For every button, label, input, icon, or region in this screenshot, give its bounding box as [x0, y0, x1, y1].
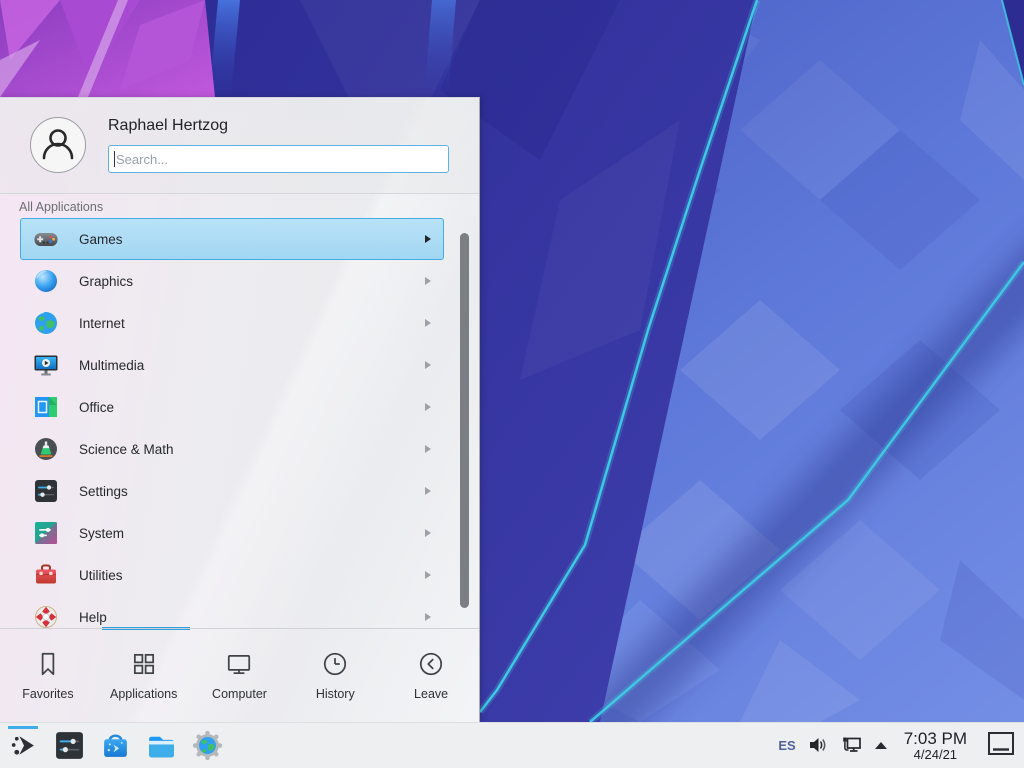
- menu-item-help[interactable]: Help: [20, 596, 444, 629]
- system-tray: ES 7:03 PM 4/2: [778, 730, 1024, 761]
- submenu-arrow-icon: [425, 571, 431, 579]
- expand-tray-arrow[interactable]: [875, 742, 887, 749]
- utilities-icon: [33, 562, 59, 588]
- taskbar: ES 7:03 PM 4/2: [0, 722, 1024, 768]
- submenu-arrow-icon: [425, 529, 431, 537]
- search-input[interactable]: [108, 145, 449, 173]
- application-launcher-menu: Raphael Hertzog All Applications: [0, 97, 480, 722]
- graphics-icon: [33, 268, 59, 294]
- submenu-arrow-icon: [425, 403, 431, 411]
- globe-gear-icon: [192, 730, 223, 761]
- active-task-indicator: [8, 726, 38, 729]
- leave-icon: [417, 650, 445, 678]
- submenu-arrow-icon: [425, 235, 431, 243]
- multimedia-icon: [33, 352, 59, 378]
- system-settings-icon: [54, 730, 85, 761]
- tab-label: Applications: [110, 687, 177, 701]
- submenu-arrow-icon: [425, 319, 431, 327]
- menu-item-multimedia[interactable]: Multimedia: [20, 344, 444, 386]
- menu-item-science-math[interactable]: Science & Math: [20, 428, 444, 470]
- show-desktop-button[interactable]: [986, 730, 1016, 760]
- kde-launcher-icon: [8, 730, 39, 761]
- internet-icon: [33, 310, 59, 336]
- submenu-arrow-icon: [425, 445, 431, 453]
- dolphin-folder-icon: [146, 730, 177, 761]
- system-icon: [33, 520, 59, 546]
- computer-icon: [225, 650, 253, 678]
- menu-item-label: Graphics: [79, 274, 425, 289]
- submenu-arrow-icon: [425, 487, 431, 495]
- menu-item-label: Utilities: [79, 568, 425, 583]
- menu-item-settings[interactable]: Settings: [20, 470, 444, 512]
- tab-applications[interactable]: Applications: [96, 629, 192, 722]
- text-caret: [114, 151, 115, 167]
- tab-leave[interactable]: Leave: [383, 629, 479, 722]
- menu-item-graphics[interactable]: Graphics: [20, 260, 444, 302]
- office-icon: [33, 394, 59, 420]
- submenu-arrow-icon: [425, 613, 431, 621]
- tab-label: Computer: [212, 687, 267, 701]
- menu-item-label: Games: [79, 232, 425, 247]
- taskbar-launchers: [0, 726, 224, 766]
- menu-item-label: Multimedia: [79, 358, 425, 373]
- system-settings-launcher[interactable]: [53, 726, 86, 766]
- discover-launcher[interactable]: [99, 726, 132, 766]
- web-browser-launcher[interactable]: [191, 726, 224, 766]
- list-scrollbar[interactable]: [460, 233, 469, 608]
- menu-item-utilities[interactable]: Utilities: [20, 554, 444, 596]
- menu-item-label: System: [79, 526, 425, 541]
- digital-clock[interactable]: 7:03 PM 4/24/21: [904, 730, 967, 761]
- tab-computer[interactable]: Computer: [192, 629, 288, 722]
- menu-item-label: Science & Math: [79, 442, 425, 457]
- user-name: Raphael Hertzog: [108, 117, 228, 135]
- menu-item-system[interactable]: System: [20, 512, 444, 554]
- menu-item-internet[interactable]: Internet: [20, 302, 444, 344]
- tab-history[interactable]: History: [287, 629, 383, 722]
- volume-icon[interactable]: [807, 734, 829, 756]
- clock-date: 4/24/21: [914, 748, 957, 762]
- help-icon: [33, 604, 59, 629]
- menu-item-label: Help: [79, 610, 425, 625]
- menu-item-label: Internet: [79, 316, 425, 331]
- submenu-arrow-icon: [425, 361, 431, 369]
- applications-icon: [130, 650, 158, 678]
- menu-item-office[interactable]: Office: [20, 386, 444, 428]
- discover-icon: [100, 730, 131, 761]
- tab-label: Favorites: [22, 687, 73, 701]
- network-icon[interactable]: [840, 734, 862, 756]
- application-launcher-button[interactable]: [7, 726, 40, 766]
- user-icon: [33, 120, 83, 170]
- application-category-list: Games Graphics: [0, 218, 479, 629]
- menu-item-label: Office: [79, 400, 425, 415]
- games-icon: [33, 226, 59, 252]
- history-icon: [321, 650, 349, 678]
- user-avatar[interactable]: [30, 117, 86, 173]
- clock-time: 7:03 PM: [904, 730, 967, 748]
- launcher-tab-bar: Favorites Applications: [0, 628, 479, 722]
- launcher-header: Raphael Hertzog: [0, 98, 479, 194]
- tab-label: History: [316, 687, 355, 701]
- tab-favorites[interactable]: Favorites: [0, 629, 96, 722]
- science-math-icon: [33, 436, 59, 462]
- menu-item-games[interactable]: Games: [20, 218, 444, 260]
- submenu-arrow-icon: [425, 277, 431, 285]
- keyboard-layout-indicator[interactable]: ES: [778, 738, 795, 753]
- settings-icon: [33, 478, 59, 504]
- menu-item-label: Settings: [79, 484, 425, 499]
- tab-label: Leave: [414, 687, 448, 701]
- file-manager-launcher[interactable]: [145, 726, 178, 766]
- desktop: Raphael Hertzog All Applications: [0, 0, 1024, 768]
- section-label: All Applications: [19, 200, 103, 214]
- favorites-icon: [34, 650, 62, 678]
